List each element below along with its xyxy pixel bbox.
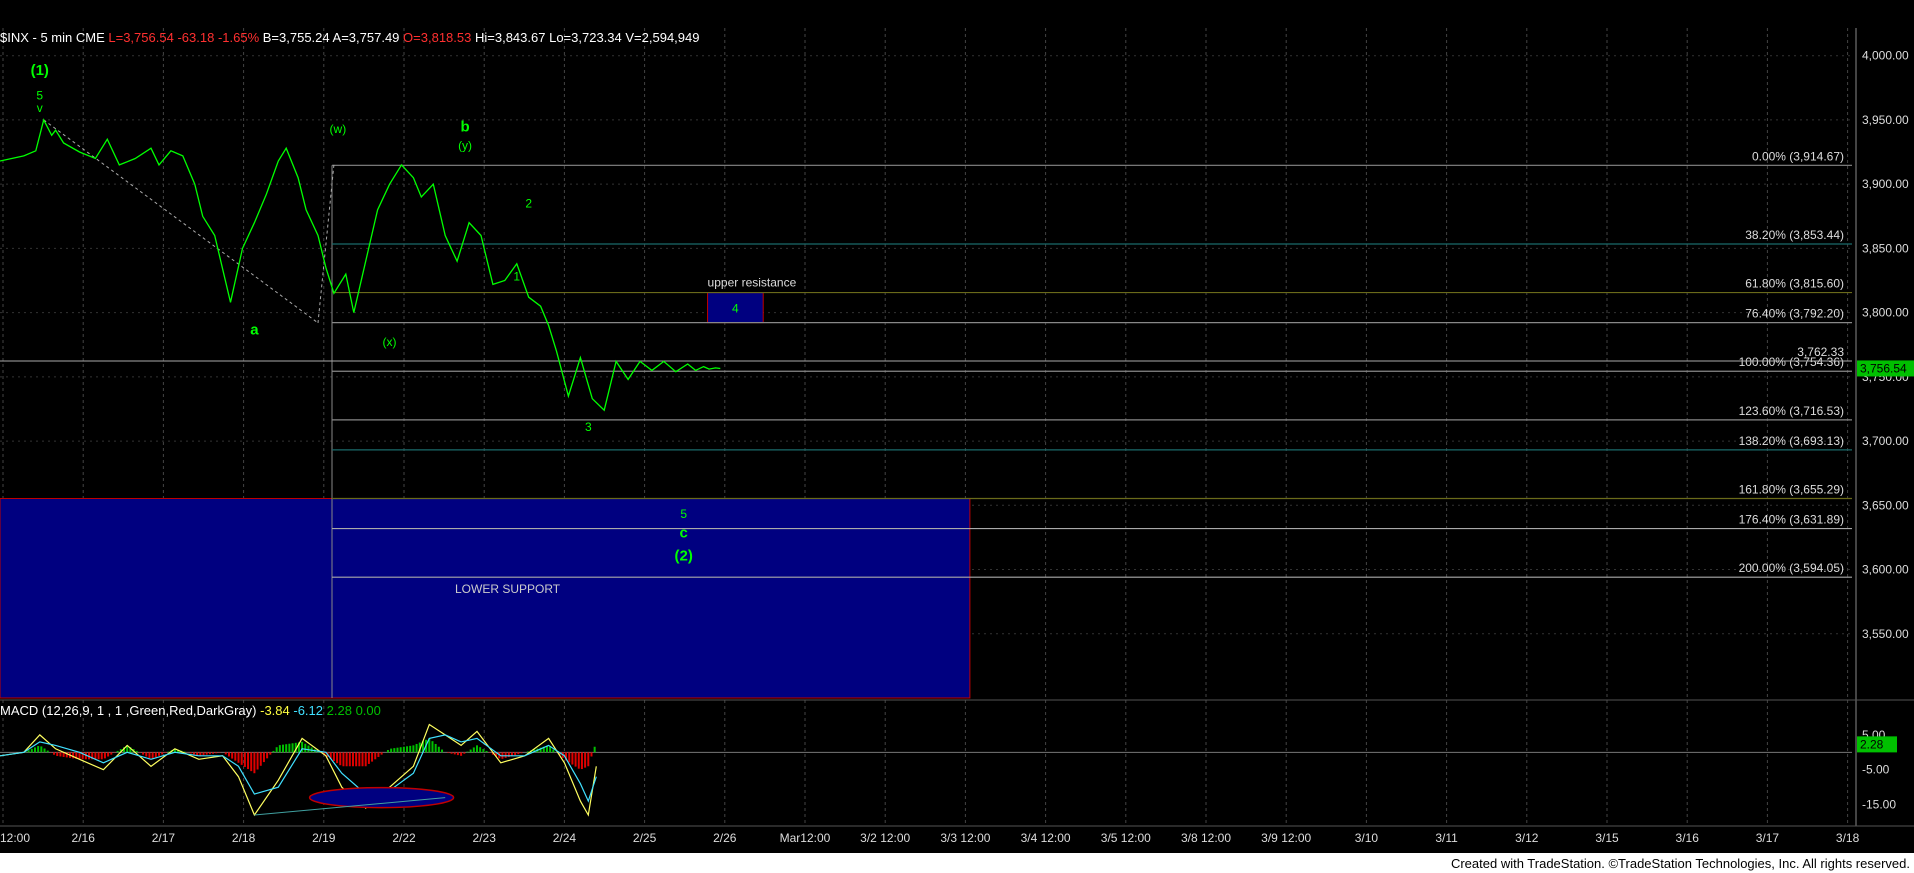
wave-label: c <box>680 524 688 541</box>
time-axis-label: 2/16 <box>72 831 96 845</box>
last-price-marker-label: 3,756.54 <box>1860 361 1907 375</box>
pct-change: -1.65% <box>217 30 260 45</box>
high-price: Hi=3,843.67 <box>474 30 546 45</box>
price-axis-tick: 3,550.00 <box>1862 627 1909 641</box>
open-price: O=3,818.53 <box>403 30 472 45</box>
macd-hist-value: 2.28 <box>326 703 352 718</box>
fib-level-label: 176.40% (3,631.89) <box>1739 513 1844 527</box>
wave-label: (w) <box>330 122 347 136</box>
time-axis-label: 3/5 12:00 <box>1101 831 1151 845</box>
macd-signal-value: -6.12 <box>293 703 324 718</box>
macd-axis-tick: -5.00 <box>1862 763 1890 777</box>
time-axis-label: 3/17 <box>1756 831 1780 845</box>
macd-value: -3.84 <box>260 703 290 718</box>
price-axis-tick: 3,700.00 <box>1862 434 1909 448</box>
time-axis-label: 2/18 <box>232 831 256 845</box>
wave-label: 5 <box>680 507 687 521</box>
fib-level-label: 38.20% (3,853.44) <box>1745 228 1844 242</box>
time-axis-label: 3/10 <box>1355 831 1379 845</box>
fib-level-label: 138.20% (3,693.13) <box>1739 434 1844 448</box>
wave-label: 2 <box>525 196 532 210</box>
time-axis-label: 3/4 12:00 <box>1021 831 1071 845</box>
fib-level-label: 200.00% (3,594.05) <box>1739 561 1844 575</box>
price-axis-tick: 3,800.00 <box>1862 306 1909 320</box>
time-axis-label: 2/25 <box>633 831 657 845</box>
macd-last-marker-label: 2.28 <box>1860 737 1884 751</box>
fib-level-label: 0.00% (3,914.67) <box>1752 149 1844 163</box>
time-axis-label: 3/15 <box>1595 831 1619 845</box>
ask-price: A=3,757.49 <box>332 30 400 45</box>
volume: V=2,594,949 <box>625 30 700 45</box>
time-axis-label: 2/26 <box>713 831 737 845</box>
wave-label: (x) <box>383 335 397 349</box>
last-price: L=3,756.54 <box>108 30 174 45</box>
time-axis-label: 2/24 <box>553 831 577 845</box>
time-axis-label: 3/3 12:00 <box>940 831 990 845</box>
time-axis-label: 2/23 <box>473 831 497 845</box>
symbol-label: $INX - 5 min CME <box>0 30 105 45</box>
wave-label: (y) <box>458 138 472 152</box>
time-axis-label: 3/16 <box>1676 831 1700 845</box>
time-axis-label: 3/2 12:00 <box>860 831 910 845</box>
time-axis-label: 3/12 <box>1515 831 1539 845</box>
price-axis-tick: 3,850.00 <box>1862 241 1909 255</box>
macd-label: MACD (12,26,9, 1 , 1 ,Green,Red,DarkGray… <box>0 703 257 718</box>
wave-label: (2) <box>675 548 693 565</box>
fib-level-label: 61.80% (3,815.60) <box>1745 277 1844 291</box>
price-axis-tick: 4,000.00 <box>1862 49 1909 63</box>
wave-label: 1 <box>513 270 520 284</box>
chart-stage: upper resistance 4 LOWER SUPPORT 0.00% (3,… <box>0 0 1914 873</box>
fib-level-label: 123.60% (3,716.53) <box>1739 404 1844 418</box>
zone-wave-label: 4 <box>732 302 739 316</box>
time-axis-label: 3/8 12:00 <box>1181 831 1231 845</box>
wave-label: a <box>250 321 259 338</box>
footer-credit: Created with TradeStation. ©TradeStation… <box>1450 856 1910 871</box>
chart-header: $INX - 5 min CME L=3,756.54 -63.18 -1.65… <box>0 30 699 45</box>
divergence-ellipse <box>308 786 455 809</box>
time-axis-label: 3/11 <box>1435 831 1458 845</box>
time-axis-label: Mar12:00 <box>780 831 831 845</box>
wave-label: 3 <box>585 420 592 434</box>
fib-level-label: 76.40% (3,792.20) <box>1745 307 1844 321</box>
macd-header: MACD (12,26,9, 1 , 1 ,Green,Red,DarkGray… <box>0 703 381 718</box>
price-axis-tick: 3,600.00 <box>1862 563 1909 577</box>
time-axis-label: 3/9 12:00 <box>1261 831 1311 845</box>
time-axis-label: 2/17 <box>152 831 176 845</box>
wave-label: b <box>460 118 469 135</box>
time-axis-label: 12:00 <box>0 831 30 845</box>
wave-label: (1) <box>31 62 49 79</box>
time-axis-label: 3/18 <box>1836 831 1860 845</box>
price-axis-tick: 3,900.00 <box>1862 177 1909 191</box>
macd-axis-tick: -15.00 <box>1862 798 1896 812</box>
time-axis-label: 2/19 <box>312 831 336 845</box>
time-axis-label: 2/22 <box>392 831 416 845</box>
upper-resistance-label: upper resistance <box>708 276 797 290</box>
net-change: -63.18 <box>177 30 215 45</box>
price-axis-tick: 3,650.00 <box>1862 498 1909 512</box>
lower-support-label: LOWER SUPPORT <box>455 582 561 596</box>
bid-price: B=3,755.24 <box>262 30 330 45</box>
fib-level-label: 161.80% (3,655.29) <box>1739 483 1844 497</box>
wave-label: v <box>37 101 43 115</box>
macd-zero-value: 0.00 <box>355 703 381 718</box>
price-axis-tick: 3,950.00 <box>1862 113 1909 127</box>
footer-bar: Created with TradeStation. ©TradeStation… <box>0 853 1914 873</box>
low-price: Lo=3,723.34 <box>549 30 622 45</box>
price-level-label: 3,762.33 <box>1797 345 1844 359</box>
